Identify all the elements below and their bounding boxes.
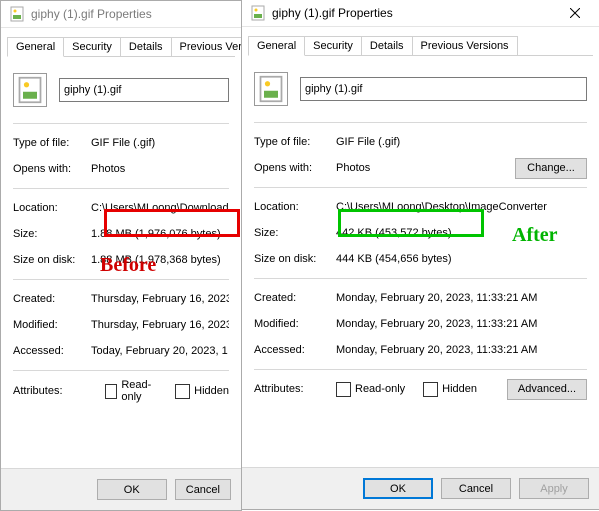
accessed-value: Monday, February 20, 2023, 11:33:21 AM xyxy=(336,344,587,356)
attributes-label: Attributes: xyxy=(254,383,336,395)
size-value: 1.88 MB (1,976,076 bytes) xyxy=(91,228,229,240)
accessed-value: Today, February 20, 2023, 1 min xyxy=(91,345,229,357)
readonly-checkbox[interactable]: Read-only xyxy=(336,382,405,397)
disk-label: Size on disk: xyxy=(254,253,336,265)
ok-button[interactable]: OK xyxy=(97,479,167,500)
disk-value: 444 KB (454,656 bytes) xyxy=(336,253,587,265)
attributes-label: Attributes: xyxy=(13,385,91,397)
filename-input[interactable] xyxy=(300,77,587,101)
footer: OK Cancel Apply xyxy=(242,467,599,509)
size-label: Size: xyxy=(13,228,91,240)
modified-label: Modified: xyxy=(13,319,91,331)
window-title: giphy (1).gif Properties xyxy=(272,6,555,20)
change-button[interactable]: Change... xyxy=(515,158,587,179)
opens-label: Opens with: xyxy=(254,162,336,174)
disk-label: Size on disk: xyxy=(13,254,91,266)
hidden-label: Hidden xyxy=(442,383,477,395)
file-icon xyxy=(9,6,25,22)
modified-value: Thursday, February 16, 2023, 3 xyxy=(91,319,229,331)
tab-general[interactable]: General xyxy=(248,36,305,56)
advanced-button[interactable]: Advanced... xyxy=(507,379,587,400)
cancel-button[interactable]: Cancel xyxy=(175,479,231,500)
cancel-button[interactable]: Cancel xyxy=(441,478,511,499)
created-value: Thursday, February 16, 2023, 3 xyxy=(91,293,229,305)
created-value: Monday, February 20, 2023, 11:33:21 AM xyxy=(336,292,587,304)
modified-label: Modified: xyxy=(254,318,336,330)
tab-previous-versions[interactable]: Previous Versions xyxy=(412,36,518,55)
tab-general[interactable]: General xyxy=(7,37,64,57)
tab-details[interactable]: Details xyxy=(120,37,172,56)
properties-dialog-after: giphy (1).gif Properties General Securit… xyxy=(241,0,599,510)
modified-value: Monday, February 20, 2023, 11:33:21 AM xyxy=(336,318,587,330)
tabs: General Security Details Previous Versio… xyxy=(248,33,593,56)
tabs: General Security Details Previous Versio… xyxy=(7,34,235,57)
size-value: 442 KB (453,572 bytes) xyxy=(336,227,587,239)
footer: OK Cancel xyxy=(1,468,241,510)
type-value: GIF File (.gif) xyxy=(336,136,587,148)
content: Type of file:GIF File (.gif) Opens with:… xyxy=(242,56,599,467)
readonly-checkbox[interactable]: Read-only xyxy=(105,379,161,403)
type-label: Type of file: xyxy=(254,136,336,148)
type-label: Type of file: xyxy=(13,137,91,149)
file-icon xyxy=(250,5,266,21)
tab-security[interactable]: Security xyxy=(63,37,121,56)
hidden-checkbox[interactable]: Hidden xyxy=(423,382,477,397)
properties-dialog-before: giphy (1).gif Properties General Securit… xyxy=(0,0,242,511)
disk-value: 1.88 MB (1,978,368 bytes) xyxy=(91,254,229,266)
type-value: GIF File (.gif) xyxy=(91,137,229,149)
file-type-icon xyxy=(13,73,47,107)
hidden-checkbox[interactable]: Hidden xyxy=(175,384,229,399)
tab-details[interactable]: Details xyxy=(361,36,413,55)
tab-security[interactable]: Security xyxy=(304,36,362,55)
window-title: giphy (1).gif Properties xyxy=(31,7,237,21)
opens-value: Photos xyxy=(336,162,515,174)
size-label: Size: xyxy=(254,227,336,239)
accessed-label: Accessed: xyxy=(13,345,91,357)
hidden-label: Hidden xyxy=(194,385,229,397)
titlebar[interactable]: giphy (1).gif Properties xyxy=(1,1,241,28)
accessed-label: Accessed: xyxy=(254,344,336,356)
opens-label: Opens with: xyxy=(13,163,91,175)
opens-value: Photos xyxy=(91,163,157,175)
created-label: Created: xyxy=(254,292,336,304)
location-value: C:\Users\MLoong\Desktop\ImageConverter xyxy=(336,201,587,213)
location-value: C:\Users\MLoong\Downloads xyxy=(91,202,229,214)
location-label: Location: xyxy=(254,201,336,213)
readonly-label: Read-only xyxy=(355,383,405,395)
filename-input[interactable] xyxy=(59,78,229,102)
readonly-label: Read-only xyxy=(121,379,161,403)
file-type-icon xyxy=(254,72,288,106)
created-label: Created: xyxy=(13,293,91,305)
ok-button[interactable]: OK xyxy=(363,478,433,499)
titlebar[interactable]: giphy (1).gif Properties xyxy=(242,0,599,27)
location-label: Location: xyxy=(13,202,91,214)
close-button[interactable] xyxy=(555,1,595,25)
content: Type of file:GIF File (.gif) Opens with:… xyxy=(1,57,241,468)
apply-button[interactable]: Apply xyxy=(519,478,589,499)
